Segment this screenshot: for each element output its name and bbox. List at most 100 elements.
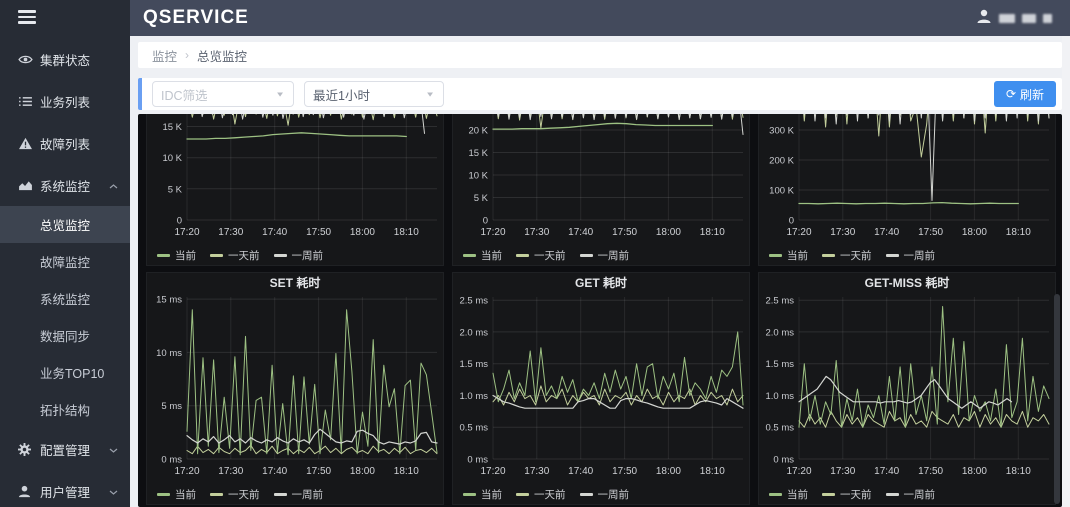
sidebar-item-label: 用户管理: [40, 485, 91, 500]
legend-label: 一天前: [228, 488, 260, 501]
sidebar-subitem-5[interactable]: 拓扑结构: [0, 391, 130, 428]
chart-legend: 当前 一天前 一周前: [147, 244, 443, 266]
sidebar-subitem-4[interactable]: 业务TOP10: [0, 354, 130, 391]
svg-text:0: 0: [789, 216, 794, 227]
svg-text:17:40: 17:40: [568, 466, 593, 477]
user-name-redacted: [999, 13, 1015, 23]
legend-item-0[interactable]: 当前: [463, 487, 502, 502]
legend-mark-icon: [273, 492, 287, 496]
eye-icon: [18, 54, 40, 65]
chart-panel-0: 0 5 K 10 K 15 K 17:20 17:30 17:40 17:50 18:00 18:…: [146, 114, 444, 266]
chart-panel-2: 0 100 K 200 K 300 K 17:20 17:30 17:40 17:50 18:0…: [758, 114, 1056, 266]
legend-mark-icon: [516, 492, 529, 496]
sidebar-subitem-label: 拓扑结构: [40, 404, 91, 418]
sidebar-item-alert[interactable]: 故障列表: [0, 122, 130, 164]
svg-text:18:10: 18:10: [700, 466, 725, 477]
legend-item-1[interactable]: 一天前: [210, 248, 260, 263]
page-scrollbar[interactable]: [1062, 36, 1070, 507]
svg-text:5 ms: 5 ms: [161, 401, 182, 412]
chart-plot-5[interactable]: 0 ms 0.5 ms 1.0 ms 1.5 ms 2.0 ms 2.5 ms 17:20 1…: [759, 291, 1057, 483]
svg-text:17:40: 17:40: [874, 466, 899, 477]
legend-label: 当前: [481, 249, 502, 262]
legend-item-2[interactable]: 一周前: [579, 487, 630, 502]
chevron-up-icon: [109, 178, 118, 192]
app-title: QSERVICE: [143, 7, 249, 28]
legend-item-1[interactable]: 一天前: [822, 487, 872, 502]
main-content: 监控 › 总览监控 IDC筛选 ▼ 最近1小时 ▼ ⟳ 刷新 0 5 K 10 K 1…: [130, 36, 1070, 507]
chart-panel-5: GET-MISS 耗时 0 ms 0.5 ms 1.0 ms 1.5 ms 2.0 ms 2…: [758, 272, 1056, 505]
alert-icon: [18, 137, 40, 150]
legend-mark-icon: [463, 492, 476, 496]
legend-item-1[interactable]: 一天前: [516, 487, 566, 502]
svg-text:0: 0: [177, 216, 182, 227]
refresh-button[interactable]: ⟳ 刷新: [994, 81, 1056, 107]
sidebar-subitem-label: 总览监控: [40, 219, 91, 233]
legend-mark-icon: [769, 492, 782, 496]
time-range-select[interactable]: 最近1小时 ▼: [304, 81, 444, 107]
breadcrumb-link-monitor[interactable]: 监控: [152, 46, 177, 65]
sidebar-item-chart[interactable]: 系统监控: [0, 164, 130, 206]
legend-item-2[interactable]: 一周前: [885, 248, 935, 263]
chart-plot-2[interactable]: 0 100 K 200 K 300 K 17:20 17:30 17:40 17:50 18:0…: [759, 114, 1057, 244]
legend-label: 一天前: [840, 249, 872, 262]
idc-filter-select[interactable]: IDC筛选 ▼: [152, 81, 294, 107]
legend-label: 当前: [175, 488, 196, 501]
menu-toggle-icon[interactable]: [0, 0, 130, 38]
legend-item-0[interactable]: 当前: [157, 248, 196, 263]
legend-mark-icon: [885, 492, 899, 496]
svg-text:18:10: 18:10: [1006, 466, 1031, 477]
svg-text:17:50: 17:50: [306, 466, 331, 477]
legend-mark-icon: [579, 253, 593, 257]
chart-plot-1[interactable]: 0 5 K 10 K 15 K 20 K 17:20 17:30 17:40 17:50 18:0…: [453, 114, 751, 244]
chart-title: GET-MISS 耗时: [864, 276, 950, 290]
legend-item-0[interactable]: 当前: [769, 487, 808, 502]
legend-mark-icon: [157, 253, 170, 257]
legend-label: 一周前: [597, 249, 630, 262]
legend-item-2[interactable]: 一周前: [579, 248, 630, 263]
sidebar-subitem-2[interactable]: 系统监控: [0, 280, 130, 317]
charts-scrollbar[interactable]: [1054, 294, 1060, 504]
legend-item-0[interactable]: 当前: [157, 487, 196, 502]
legend-label: 一天前: [840, 488, 872, 501]
user-menu[interactable]: [976, 8, 1070, 29]
sidebar-item-eye[interactable]: 集群状态: [0, 38, 130, 80]
refresh-icon: ⟳: [1005, 87, 1017, 101]
chart-plot-0[interactable]: 0 5 K 10 K 15 K 17:20 17:30 17:40 17:50 18:00 18:…: [147, 114, 445, 244]
sidebar-item-gear[interactable]: 配置管理: [0, 428, 130, 470]
sidebar-subitem-1[interactable]: 故障监控: [0, 243, 130, 280]
legend-mark-icon: [516, 253, 529, 257]
legend-label: 一周前: [291, 488, 324, 501]
legend-item-0[interactable]: 当前: [769, 248, 808, 263]
chart-plot-3[interactable]: 0 ms 5 ms 10 ms 15 ms 17:20 17:30 17:40 17:50 18…: [147, 291, 445, 483]
legend-item-1[interactable]: 一天前: [210, 487, 260, 502]
legend-item-2[interactable]: 一周前: [885, 487, 935, 502]
legend-item-2[interactable]: 一周前: [273, 248, 323, 263]
svg-text:18:00: 18:00: [350, 466, 375, 477]
chart-panel-4: GET 耗时 0 ms 0.5 ms 1.0 ms 1.5 ms 2.0 ms 2.5 ms…: [452, 272, 750, 505]
svg-text:0: 0: [483, 216, 488, 227]
user-icon: [18, 485, 40, 498]
legend-item-2[interactable]: 一周前: [273, 487, 324, 502]
legend-item-1[interactable]: 一天前: [822, 248, 872, 263]
refresh-label: 刷新: [1020, 87, 1045, 102]
svg-text:17:30: 17:30: [218, 227, 243, 238]
legend-item-0[interactable]: 当前: [463, 248, 502, 263]
svg-text:17:20: 17:20: [786, 466, 811, 477]
svg-text:17:50: 17:50: [918, 227, 943, 238]
legend-item-1[interactable]: 一天前: [516, 248, 566, 263]
sidebar-item-list[interactable]: 业务列表: [0, 80, 130, 122]
svg-text:2.5 ms: 2.5 ms: [459, 296, 488, 307]
svg-text:17:50: 17:50: [918, 466, 943, 477]
sidebar-subitem-0[interactable]: 总览监控: [0, 206, 130, 243]
chart-plot-4[interactable]: 0 ms 0.5 ms 1.0 ms 1.5 ms 2.0 ms 2.5 ms 17:20 1…: [453, 291, 751, 483]
legend-mark-icon: [210, 492, 223, 496]
legend-mark-icon: [885, 253, 899, 257]
svg-text:5 K: 5 K: [474, 193, 489, 204]
sidebar-subitem-3[interactable]: 数据同步: [0, 317, 130, 354]
svg-text:300 K: 300 K: [769, 126, 794, 137]
chevron-down-icon: [109, 484, 118, 498]
legend-label: 一周前: [597, 488, 630, 501]
app-header: QSERVICE: [130, 0, 1070, 36]
sidebar-item-user[interactable]: 用户管理: [0, 470, 130, 507]
legend-mark-icon: [822, 253, 835, 257]
